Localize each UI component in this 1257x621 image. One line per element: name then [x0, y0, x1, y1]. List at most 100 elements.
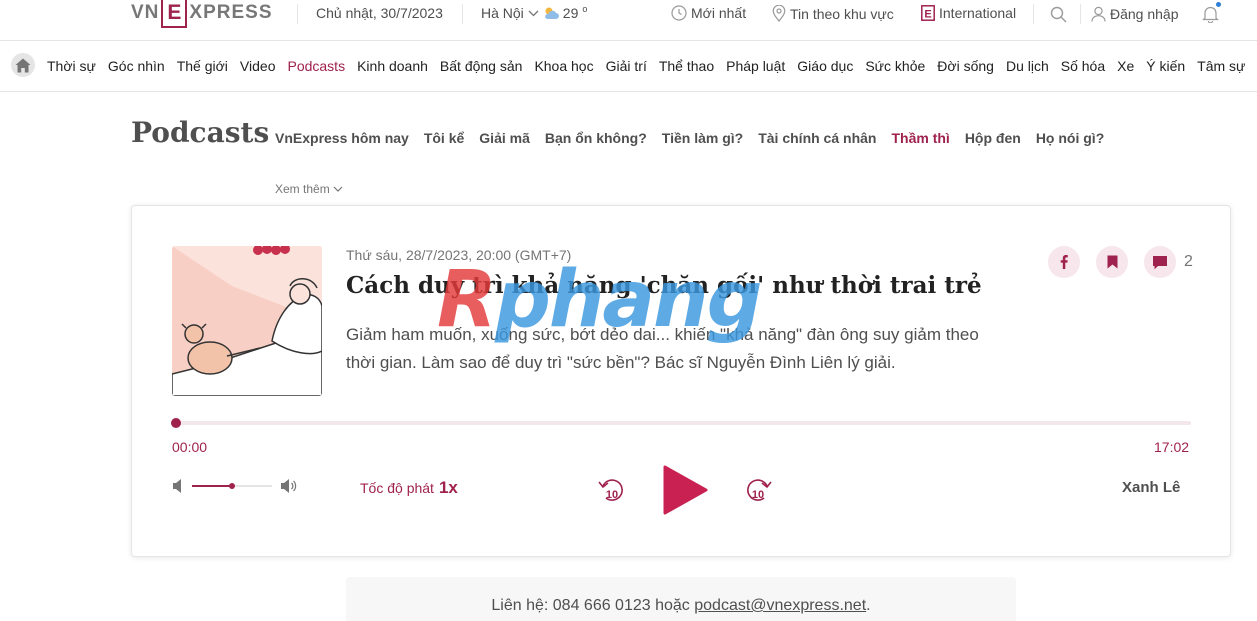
- subnav-giai-ma[interactable]: Giải mã: [479, 130, 530, 146]
- comment-count[interactable]: 2: [1184, 253, 1193, 271]
- chevron-down-icon: [333, 186, 343, 192]
- notification-dot: [1216, 2, 1221, 7]
- top-bar: VN E XPRESS Chủ nhật, 30/7/2023 Hà Nội 29 o…: [0, 0, 1257, 40]
- international-label: International: [939, 5, 1017, 21]
- forward-seconds: 10: [752, 489, 764, 501]
- location-weather[interactable]: Hà Nội 29 o: [481, 4, 588, 21]
- home-button[interactable]: [11, 53, 35, 77]
- nav-item-video[interactable]: Video: [240, 58, 276, 74]
- playback-speed-button[interactable]: Tốc độ phát 1x: [360, 478, 458, 498]
- see-more-button[interactable]: Xem thêm: [275, 182, 343, 196]
- page-title[interactable]: Podcasts: [131, 116, 269, 149]
- weather-icon: [544, 7, 559, 19]
- nav-item-giai-tri[interactable]: Giải trí: [606, 58, 647, 74]
- notification-button[interactable]: [1202, 5, 1219, 23]
- search-icon: [1050, 6, 1067, 23]
- nav-item-y-kien[interactable]: Ý kiến: [1146, 58, 1185, 74]
- episode-card: Thứ sáu, 28/7/2023, 20:00 (GMT+7) Cách d…: [131, 205, 1231, 557]
- thumbnail-illustration: [172, 246, 322, 396]
- playback-controls: 10 10: [597, 464, 773, 516]
- subnav-tai-chinh-ca-nhan[interactable]: Tài chính cá nhân: [758, 130, 876, 146]
- international-link[interactable]: E International: [921, 5, 1016, 21]
- bookmark-button[interactable]: [1096, 246, 1128, 278]
- total-duration: 17:02: [1154, 439, 1190, 455]
- contact-email-link[interactable]: podcast@vnexpress.net: [694, 597, 866, 614]
- location-label: Hà Nội: [481, 5, 524, 21]
- episode-title[interactable]: Cách duy trì khả năng 'chăn gối' như thờ…: [346, 272, 982, 299]
- play-icon[interactable]: [661, 464, 709, 516]
- nav-items: Thời sự Góc nhìn Thế giới Video Podcasts…: [47, 58, 1245, 74]
- temperature: 29: [562, 5, 579, 21]
- forward-10-icon[interactable]: 10: [745, 476, 773, 504]
- main-nav: Thời sự Góc nhìn Thế giới Video Podcasts…: [0, 40, 1257, 92]
- temperature-unit: o: [582, 4, 588, 14]
- subnav-ho-noi-gi[interactable]: Họ nói gì?: [1036, 130, 1104, 146]
- nav-item-bat-dong-san[interactable]: Bất động sản: [440, 58, 523, 74]
- nav-item-khoa-hoc[interactable]: Khoa học: [534, 58, 593, 74]
- volume-low-icon[interactable]: [172, 478, 184, 494]
- nav-item-podcasts[interactable]: Podcasts: [287, 58, 345, 74]
- rewind-10-icon[interactable]: 10: [597, 476, 625, 504]
- nav-item-xe[interactable]: Xe: [1117, 58, 1134, 74]
- divider: [297, 4, 298, 24]
- episode-actions: 2: [1048, 246, 1193, 278]
- regional-news-label: Tin theo khu vực: [790, 5, 894, 22]
- divider: [462, 4, 463, 24]
- facebook-share-button[interactable]: [1048, 246, 1080, 278]
- audio-progress-bar[interactable]: [171, 418, 1191, 428]
- nav-item-giao-duc[interactable]: Giáo dục: [797, 58, 853, 74]
- search-button[interactable]: [1050, 6, 1067, 23]
- login-button[interactable]: Đăng nhập: [1091, 6, 1179, 22]
- subnav-toi-ke[interactable]: Tôi kể: [424, 130, 464, 146]
- episode-thumbnail[interactable]: [172, 246, 322, 396]
- international-e-icon: E: [921, 5, 935, 21]
- nav-item-doi-song[interactable]: Đời sống: [937, 58, 994, 74]
- latest-news-label: Mới nhất: [691, 5, 747, 21]
- current-date: Chủ nhật, 30/7/2023: [316, 5, 443, 21]
- chevron-down-icon: [528, 10, 539, 16]
- nav-item-tam-su[interactable]: Tâm sự: [1197, 58, 1245, 74]
- subnav-tham-thi[interactable]: Thầm thì: [891, 130, 949, 146]
- subnav-hop-den[interactable]: Hộp đen: [965, 130, 1021, 146]
- current-time: 00:00: [172, 439, 208, 455]
- nav-item-goc-nhin[interactable]: Góc nhìn: [108, 58, 165, 74]
- home-icon: [15, 58, 31, 72]
- svg-text:E: E: [924, 9, 931, 21]
- comment-button[interactable]: [1144, 246, 1176, 278]
- nav-item-the-gioi[interactable]: Thế giới: [177, 58, 228, 74]
- nav-item-the-thao[interactable]: Thể thao: [659, 58, 714, 74]
- latest-news-link[interactable]: Mới nhất: [671, 5, 746, 21]
- volume-fill: [192, 485, 232, 487]
- subnav-vnexpress-hom-nay[interactable]: VnExpress hôm nay: [275, 130, 409, 146]
- contact-box: Liên hệ: 084 666 0123 hoặc podcast@vnexp…: [346, 577, 1016, 621]
- login-label: Đăng nhập: [1110, 6, 1179, 22]
- episode-author: Xanh Lê: [1122, 479, 1181, 496]
- regional-news-link[interactable]: Tin theo khu vực: [772, 5, 894, 22]
- nav-item-kinh-doanh[interactable]: Kinh doanh: [357, 58, 428, 74]
- bell-icon: [1202, 6, 1219, 23]
- nav-item-du-lich[interactable]: Du lịch: [1006, 58, 1049, 74]
- facebook-icon: [1060, 255, 1068, 269]
- subnav-ban-on-khong[interactable]: Bạn ổn không?: [545, 130, 647, 146]
- subnav-tien-lam-gi[interactable]: Tiền làm gì?: [662, 130, 743, 146]
- episode-lead: Giảm ham muốn, xuống sức, bớt dẻo dai...…: [346, 325, 979, 372]
- nav-item-phap-luat[interactable]: Pháp luật: [726, 58, 785, 74]
- progress-handle[interactable]: [171, 418, 181, 428]
- divider: [1033, 4, 1034, 24]
- see-more-label: Xem thêm: [275, 182, 330, 196]
- contact-text: Liên hệ: 084 666 0123 hoặc: [491, 597, 690, 614]
- nav-item-suc-khoe[interactable]: Sức khỏe: [865, 58, 925, 74]
- vnexpress-logo[interactable]: VN E XPRESS: [131, 0, 273, 28]
- rewind-seconds: 10: [606, 489, 618, 501]
- nav-item-so-hoa[interactable]: Số hóa: [1061, 58, 1105, 74]
- volume-handle[interactable]: [229, 483, 235, 489]
- clock-icon: [671, 5, 687, 21]
- location-pin-icon: [772, 5, 786, 22]
- playback-speed-value: 1x: [438, 478, 458, 497]
- volume-control: [172, 478, 297, 494]
- volume-high-icon[interactable]: [280, 478, 297, 494]
- contact-suffix: .: [866, 597, 871, 614]
- user-icon: [1091, 6, 1106, 22]
- nav-item-thoi-su[interactable]: Thời sự: [47, 58, 96, 74]
- volume-slider[interactable]: [192, 483, 272, 489]
